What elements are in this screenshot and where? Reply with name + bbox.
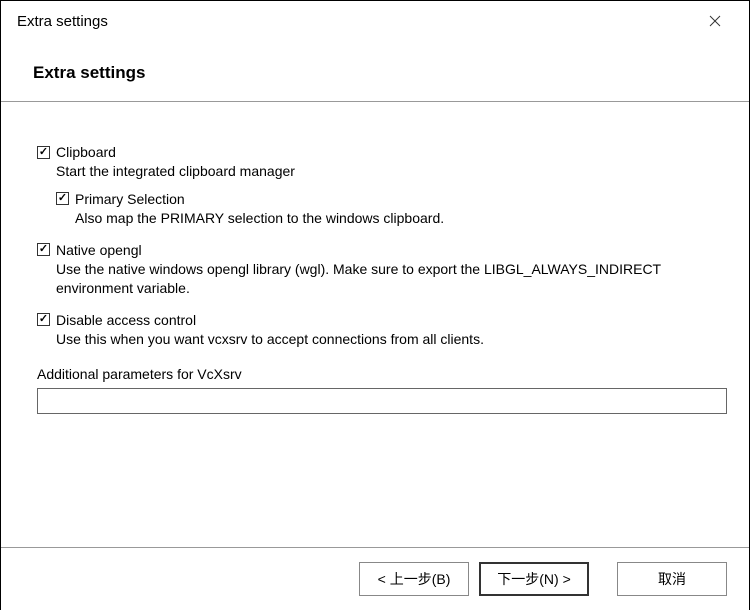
primary-selection-option: Primary Selection Also map the PRIMARY s… [56,191,713,228]
disable-access-control-desc: Use this when you want vcxsrv to accept … [56,330,713,349]
close-button[interactable] [695,6,735,36]
footer-button-bar: < 上一步(B) 下一步(N) > 取消 [1,547,749,610]
titlebar: Extra settings [1,1,749,41]
clipboard-label[interactable]: Clipboard [56,144,116,160]
disable-access-control-option: Disable access control Use this when you… [37,312,713,349]
header-area: Extra settings [1,41,749,101]
content-area: Clipboard Start the integrated clipboard… [1,102,749,414]
page-heading: Extra settings [33,63,733,83]
next-button[interactable]: 下一步(N) > [479,562,589,596]
clipboard-checkbox[interactable] [37,146,50,159]
disable-access-control-checkbox[interactable] [37,313,50,326]
native-opengl-option: Native opengl Use the native windows ope… [37,242,713,298]
clipboard-option: Clipboard Start the integrated clipboard… [37,144,713,228]
back-button[interactable]: < 上一步(B) [359,562,469,596]
native-opengl-label[interactable]: Native opengl [56,242,142,258]
primary-selection-desc: Also map the PRIMARY selection to the wi… [75,209,713,228]
disable-access-control-label[interactable]: Disable access control [56,312,196,328]
additional-params-label: Additional parameters for VcXsrv [37,366,713,382]
primary-selection-checkbox[interactable] [56,192,69,205]
native-opengl-checkbox[interactable] [37,243,50,256]
clipboard-desc: Start the integrated clipboard manager [56,162,713,181]
cancel-button[interactable]: 取消 [617,562,727,596]
close-icon [709,15,721,27]
native-opengl-desc: Use the native windows opengl library (w… [56,260,713,298]
window-title: Extra settings [17,13,108,30]
additional-params-input[interactable] [37,388,727,414]
primary-selection-label[interactable]: Primary Selection [75,191,185,207]
